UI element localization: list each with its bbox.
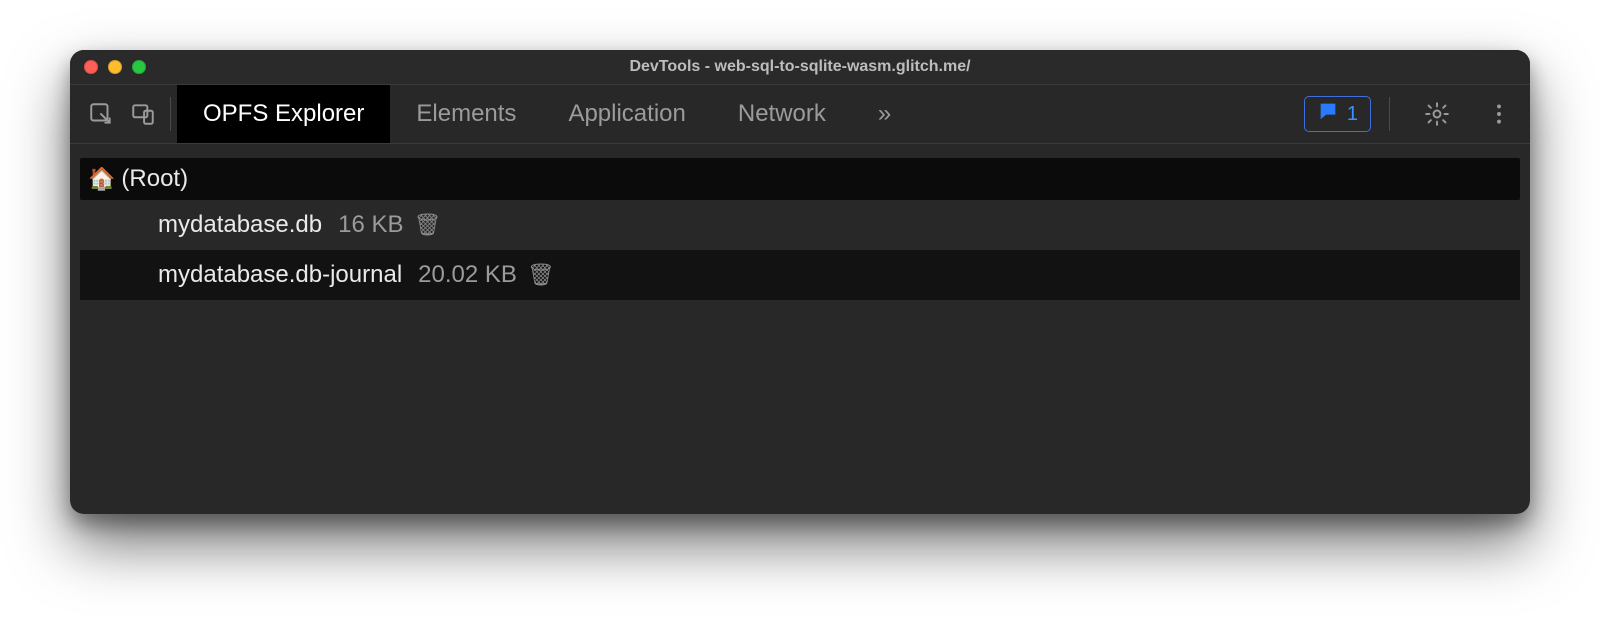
file-row[interactable]: mydatabase.db 16 KB 🗑 — [80, 200, 1520, 250]
file-row[interactable]: mydatabase.db-journal 20.02 KB 🗑 — [80, 250, 1520, 300]
window-title: DevTools - web-sql-to-sqlite-wasm.glitch… — [70, 58, 1530, 76]
toolbar-divider — [1389, 97, 1390, 131]
tab-opfs-explorer[interactable]: OPFS Explorer — [177, 85, 390, 143]
tab-network[interactable]: Network — [712, 85, 852, 143]
chat-icon — [1317, 100, 1339, 128]
tab-more[interactable]: » — [852, 85, 917, 143]
opfs-explorer-panel: 🏠 (Root) mydatabase.db 16 KB 🗑 mydatabas… — [70, 144, 1530, 514]
issues-count: 1 — [1347, 103, 1358, 126]
tree-root[interactable]: 🏠 (Root) — [80, 158, 1520, 200]
file-size: 20.02 KB — [418, 261, 517, 289]
file-size: 16 KB — [338, 211, 403, 239]
titlebar: DevTools - web-sql-to-sqlite-wasm.glitch… — [70, 50, 1530, 84]
panel-tabs: OPFS Explorer Elements Application Netwo… — [177, 85, 917, 143]
tab-application[interactable]: Application — [542, 85, 711, 143]
kebab-menu-icon[interactable] — [1478, 93, 1520, 135]
devtools-window: DevTools - web-sql-to-sqlite-wasm.glitch… — [70, 50, 1530, 514]
trash-icon[interactable]: 🗑 — [527, 262, 555, 288]
issues-badge[interactable]: 1 — [1304, 96, 1371, 132]
root-label: (Root) — [121, 165, 188, 193]
tab-elements[interactable]: Elements — [390, 85, 542, 143]
inspect-element-icon[interactable] — [80, 93, 122, 135]
file-name: mydatabase.db — [158, 211, 322, 239]
file-name: mydatabase.db-journal — [158, 261, 402, 289]
gear-icon[interactable] — [1416, 93, 1458, 135]
toolbar-divider — [170, 97, 171, 131]
trash-icon[interactable]: 🗑 — [414, 212, 442, 238]
devtools-toolbar: OPFS Explorer Elements Application Netwo… — [70, 84, 1530, 144]
device-toggle-icon[interactable] — [122, 93, 164, 135]
home-icon: 🏠 — [88, 168, 115, 190]
